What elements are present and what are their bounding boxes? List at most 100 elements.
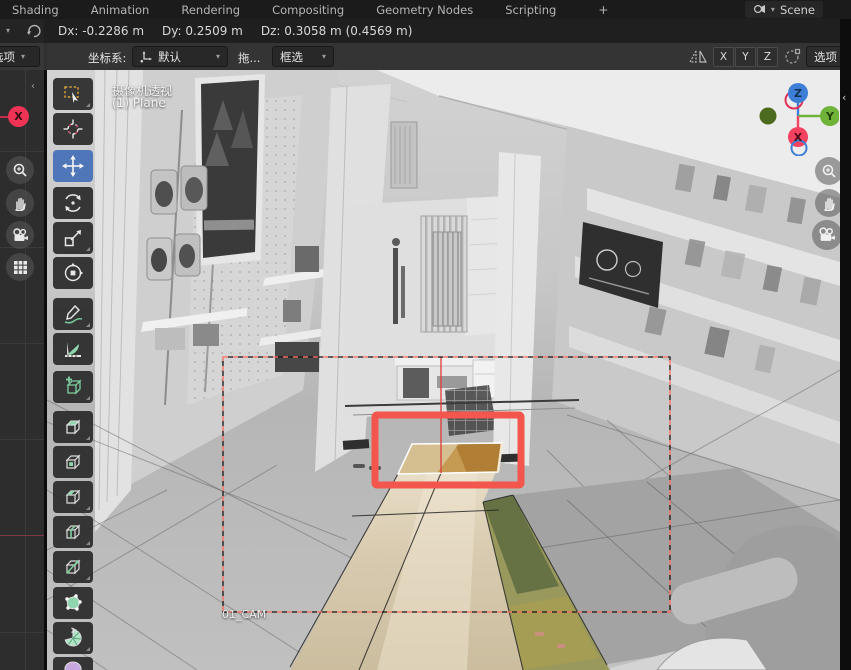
tool-settings-bar: 坐标系: 默认 ▾ 拖... 框选 ▾ X Y Z 选项 ▾ — [44, 43, 840, 70]
select-mode-value: 框选 — [280, 49, 303, 65]
tab-scripting[interactable]: Scripting — [501, 3, 560, 17]
transform-dy: Dy: 0.2509 m — [162, 24, 243, 38]
tool-poly-build-button[interactable] — [53, 587, 93, 619]
scene-icon — [753, 4, 766, 15]
tool-move-button[interactable] — [53, 150, 93, 182]
sidebar-expand-icon[interactable]: ‹ — [842, 91, 846, 104]
transform-dx: Dx: -0.2286 m — [58, 24, 144, 38]
tool-smooth-button[interactable] — [53, 657, 93, 670]
loop-cut-icon — [62, 521, 84, 543]
mirror-x-label: X — [720, 51, 727, 63]
extrude-icon — [62, 416, 84, 438]
secondary-tool-settings: 选项 ▾ — [0, 43, 44, 70]
x-axis-line — [0, 535, 44, 536]
grid-line — [0, 151, 44, 152]
tool-bevel-button[interactable] — [53, 481, 93, 513]
options-label: 选项 — [814, 49, 837, 65]
gizmo-x-label: X — [794, 131, 803, 144]
transform-dz: Dz: 0.3058 m (0.4569 m) — [261, 24, 413, 38]
add-cube-icon — [62, 376, 84, 398]
chevron-down-icon: ▾ — [21, 52, 25, 61]
rotate-icon — [62, 192, 84, 214]
tool-knife-button[interactable] — [53, 551, 93, 583]
gizmo-y-label: Y — [825, 110, 835, 123]
orientation-dropdown[interactable]: 默认 ▾ — [132, 46, 228, 67]
tab-rendering[interactable]: Rendering — [177, 3, 244, 17]
viewport-header: Dx: -0.2286 m Dy: 0.2509 m Dz: 0.3058 m … — [44, 19, 840, 43]
orientation-label: 坐标系: — [88, 50, 126, 66]
x-axis-gizmo-ball[interactable]: X — [8, 106, 29, 127]
tab-compositing[interactable]: Compositing — [268, 3, 348, 17]
secondary-options-dropdown[interactable]: 选项 ▾ — [0, 46, 40, 67]
mirror-z-label: Z — [764, 51, 771, 63]
cursor-icon — [62, 118, 84, 140]
camera-view-icon[interactable] — [812, 220, 842, 250]
transform-icon — [62, 262, 84, 284]
mirror-y-button[interactable]: Y — [735, 47, 756, 67]
grid-line — [0, 632, 44, 633]
grid-line — [0, 439, 44, 440]
zoom-icon[interactable] — [6, 156, 34, 184]
mirror-y-label: Y — [742, 51, 748, 63]
collapsed-sidebar-strip[interactable]: ‹ — [840, 19, 851, 670]
tool-add-cube-button[interactable] — [53, 371, 93, 403]
chevron-down-icon: ▾ — [771, 5, 775, 14]
scale-icon — [62, 227, 84, 249]
scene-selector[interactable]: ▾ Scene — [745, 1, 823, 18]
smooth-icon — [62, 657, 84, 670]
proportional-editing-icon[interactable] — [784, 48, 801, 65]
mirror-x-button[interactable]: X — [713, 47, 734, 67]
chevron-down-icon: ▾ — [216, 52, 220, 61]
tab-geometry-nodes[interactable]: Geometry Nodes — [372, 3, 477, 17]
tool-measure-button[interactable] — [53, 333, 93, 365]
annotate-icon — [62, 303, 84, 325]
orientation-icon[interactable] — [26, 23, 42, 39]
tool-rotate-button[interactable] — [53, 187, 93, 219]
spin-icon — [62, 627, 84, 649]
secondary-options-label: 选项 — [0, 49, 15, 65]
scene-render — [47, 70, 840, 670]
orientation-value: 默认 — [158, 49, 181, 65]
secondary-viewport-header: ▾ — [0, 19, 44, 43]
tool-cursor-button[interactable] — [53, 113, 93, 145]
workspace-tab-bar: Shading Animation Rendering Compositing … — [0, 0, 851, 19]
secondary-viewport[interactable]: ▾ 选项 ▾ X ‹ — [0, 19, 44, 670]
selected-plane[interactable] — [398, 443, 502, 474]
select-mode-dropdown[interactable]: 框选 ▾ — [272, 46, 334, 67]
tool-annotate-button[interactable] — [53, 298, 93, 330]
tool-loop-cut-button[interactable] — [53, 516, 93, 548]
move-icon — [61, 154, 85, 178]
drag-label: 拖... — [238, 50, 260, 66]
editor-type-chevron-icon[interactable]: ▾ — [6, 26, 10, 35]
perspective-toggle-icon[interactable] — [6, 253, 34, 281]
axes-icon — [140, 51, 152, 63]
inset-faces-icon — [62, 451, 84, 473]
pan-hand-icon[interactable] — [815, 189, 843, 217]
grid-line — [0, 343, 44, 344]
add-workspace-button[interactable]: + — [598, 3, 608, 17]
measure-icon — [62, 338, 84, 360]
tool-scale-button[interactable] — [53, 222, 93, 254]
zoom-icon[interactable] — [815, 157, 843, 185]
active-object-label: (1) Plane — [112, 96, 166, 110]
scene-name: Scene — [780, 3, 815, 17]
tool-select-box-button[interactable] — [53, 78, 93, 110]
navigation-gizmo[interactable]: Z Y X — [757, 78, 839, 156]
camera-view-icon[interactable] — [6, 221, 34, 249]
mirror-z-button[interactable]: Z — [757, 47, 778, 67]
pan-hand-icon[interactable] — [6, 189, 34, 217]
camera-name-label: 01_CAM — [222, 608, 266, 621]
knife-icon — [62, 556, 84, 578]
chevron-down-icon: ▾ — [322, 52, 326, 61]
tool-extrude-button[interactable] — [53, 411, 93, 443]
tab-shading[interactable]: Shading — [8, 3, 63, 17]
tool-inset-faces-button[interactable] — [53, 446, 93, 478]
tool-spin-button[interactable] — [53, 622, 93, 654]
tool-transform-button[interactable] — [53, 257, 93, 289]
blender-window: Shading Animation Rendering Compositing … — [0, 0, 851, 670]
sidebar-collapse-icon[interactable]: ‹ — [31, 81, 35, 92]
tab-animation[interactable]: Animation — [87, 3, 154, 17]
viewport-canvas[interactable]: 摄像机透视 (1) Plane 01_CAM — [47, 70, 840, 670]
bevel-icon — [62, 486, 84, 508]
mirror-icon[interactable] — [688, 49, 708, 64]
